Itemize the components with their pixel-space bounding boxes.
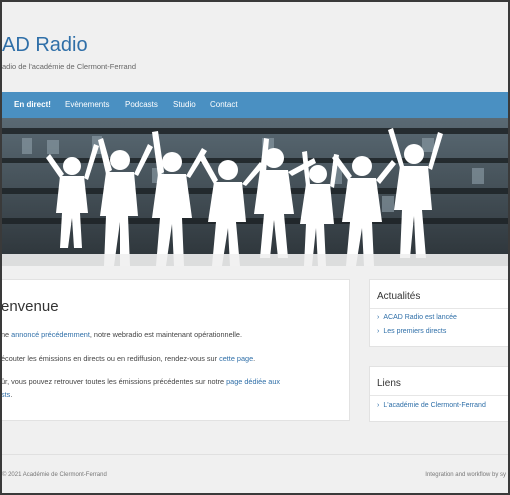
chevron-right-icon: › [377, 328, 380, 335]
cette-page-link[interactable]: cette page [219, 354, 253, 363]
nav-en-direct[interactable]: En direct! [14, 100, 51, 109]
welcome-paragraph-2: écouter les émissions en directs ou en r… [1, 354, 256, 363]
footer-copyright: © 2021 Académie de Clermont-Ferrand [2, 472, 107, 478]
chevron-right-icon: › [377, 402, 380, 409]
hero-banner-image [2, 118, 508, 266]
footer-divider [2, 454, 508, 455]
links-divider [370, 395, 508, 396]
site-title[interactable]: AD Radio [2, 34, 88, 57]
p3-text-end: . [10, 390, 13, 399]
page-dediee-link-cont[interactable]: sts [2, 390, 10, 399]
nav-studio[interactable]: Studio [173, 100, 196, 109]
chevron-right-icon: › [377, 314, 380, 321]
news-title: Actualités [377, 291, 421, 302]
news-link-2-label: Les premiers directs [383, 328, 447, 335]
site-subtitle: adio de l'académie de Clermont-Ferrand [2, 62, 137, 71]
browser-page: AD Radio adio de l'académie de Clermont-… [0, 0, 510, 495]
nav-contact[interactable]: Contact [210, 100, 238, 109]
welcome-panel: envenue ne annoncé précédemment, notre w… [1, 279, 350, 421]
welcome-paragraph-1: ne annoncé précédemment, notre webradio … [1, 330, 242, 339]
news-divider [370, 308, 508, 309]
footer-credits[interactable]: Integration and workflow by sy [425, 472, 506, 478]
links-panel: Liens › L'académie de Clermont-Ferrand [369, 366, 508, 422]
news-panel: Actualités › ACAD Radio est lancée › Les p… [369, 279, 508, 347]
main-navbar: En direct! Evènements Podcasts Studio Co… [2, 92, 508, 118]
p3-text-start: ûr, vous pouvez retrouver toutes les émi… [1, 377, 227, 386]
welcome-paragraph-3: ûr, vous pouvez retrouver toutes les émi… [1, 377, 280, 386]
news-link-2[interactable]: › Les premiers directs [377, 328, 446, 335]
welcome-title: envenue [1, 298, 59, 315]
p1-text-end: , notre webradio est maintenant opératio… [89, 330, 242, 339]
news-link-1-label: ACAD Radio est lancée [383, 314, 457, 321]
p2-text-start: écouter les émissions en directs ou en r… [1, 354, 220, 363]
welcome-paragraph-3-cont: sts. [2, 390, 13, 399]
links-link-1[interactable]: › L'académie de Clermont-Ferrand [377, 402, 486, 409]
links-title: Liens [377, 378, 401, 389]
nav-evenements[interactable]: Evènements [65, 100, 109, 109]
page-dediee-link[interactable]: page dédiée aux [226, 377, 280, 386]
p1-text-start: ne [1, 330, 12, 339]
annonce-link[interactable]: annoncé précédemment [11, 330, 90, 339]
news-link-1[interactable]: › ACAD Radio est lancée [377, 314, 457, 321]
nav-podcasts[interactable]: Podcasts [125, 100, 158, 109]
links-link-1-label: L'académie de Clermont-Ferrand [383, 402, 486, 409]
p2-text-end: . [253, 354, 256, 363]
